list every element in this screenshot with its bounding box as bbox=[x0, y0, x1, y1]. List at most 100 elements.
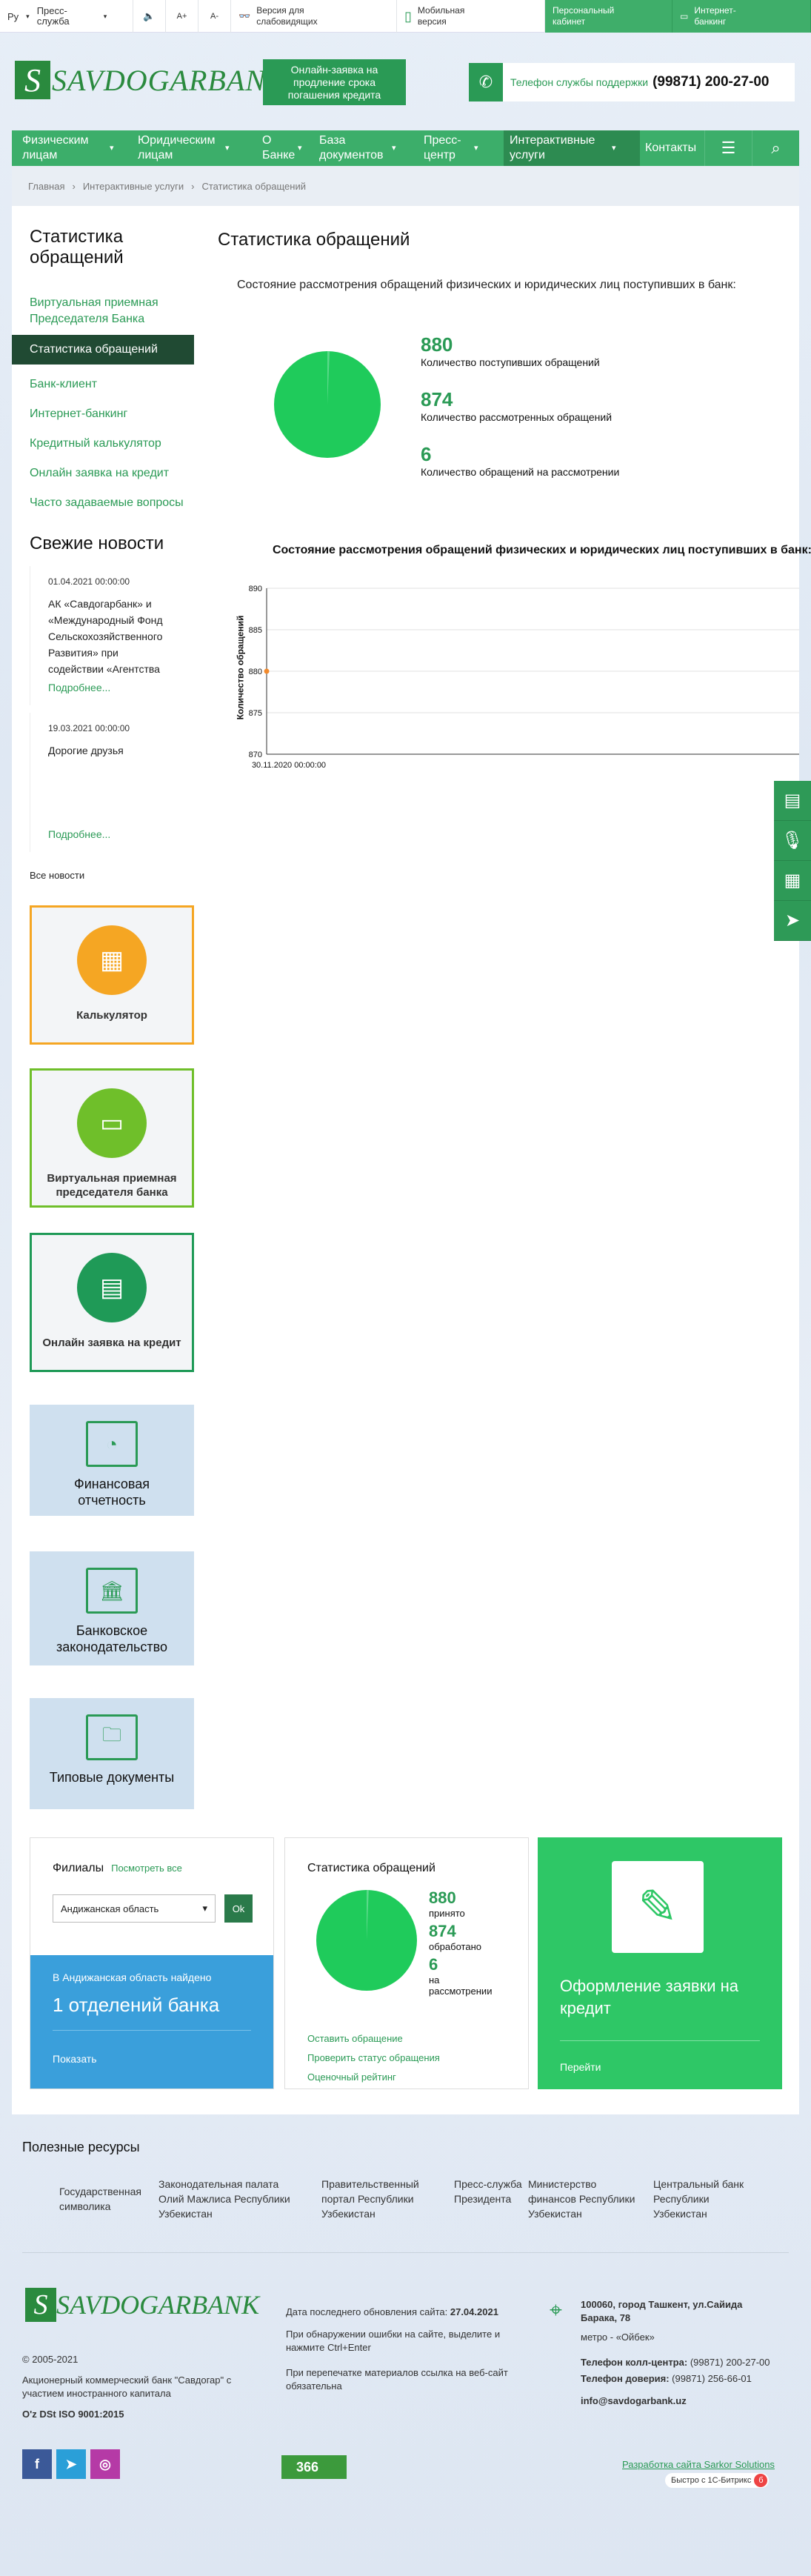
leave-appeal-link[interactable]: Оставить обращение bbox=[307, 2029, 440, 2049]
calculator-widget[interactable]: ▦ Калькулятор bbox=[30, 905, 194, 1045]
credit-application-card[interactable]: ✎ Оформление заявки на кредит Перейти bbox=[538, 1837, 782, 2089]
useful-link-gov-portal[interactable]: Правительственный портал Республики Узбе… bbox=[321, 2177, 433, 2221]
chevron-right-icon: › bbox=[191, 180, 195, 192]
check-status-link[interactable]: Проверить статус обращения bbox=[307, 2049, 440, 2068]
region-select[interactable]: Андижанская область ▾ bbox=[53, 1894, 216, 1923]
lang-select[interactable]: Ру bbox=[7, 11, 19, 22]
mobile-version-link[interactable]: ▯ Мобильная версия bbox=[397, 0, 545, 33]
footer-logo-text: SAVDOGARBANK bbox=[56, 2290, 260, 2320]
cabinet-button[interactable]: Персональный кабинет bbox=[545, 0, 673, 33]
useful-link-minfin[interactable]: Министерство финансов Республики Узбекис… bbox=[528, 2177, 647, 2221]
bitrix-label: Быстро с 1С-Битрикс bbox=[671, 2476, 752, 2485]
lang-press-group: Ру ▾ Пресс-служба ▾ bbox=[0, 0, 133, 33]
sidebar-item-virtual[interactable]: Виртуальная приемная Председателя Банка bbox=[30, 295, 193, 327]
presentation-chart-icon: ◔ bbox=[86, 1421, 138, 1467]
updated-label: Дата последнего обновления сайта: bbox=[286, 2306, 448, 2317]
footer-divider bbox=[22, 2252, 789, 2253]
call-center: Телефон колл-центра: (99871) 200-27-00 bbox=[581, 2356, 770, 2369]
nav-docs[interactable]: База документов ▾ bbox=[319, 130, 415, 166]
nav-press[interactable]: Пресс-центр ▾ bbox=[424, 130, 498, 166]
font-plus-button[interactable]: A+ bbox=[166, 0, 198, 33]
news-more-link[interactable]: Подробнее... bbox=[48, 682, 194, 693]
news-item[interactable]: 01.04.2021 00:00:00 АК «Савдогарбанк» и … bbox=[30, 566, 194, 705]
sidebar-item-calculator[interactable]: Кредитный калькулятор bbox=[30, 437, 161, 450]
sidebar-item-ibank[interactable]: Интернет-банкинг bbox=[30, 407, 127, 421]
ibank-button[interactable]: ▭ Интернет-банкинг bbox=[673, 0, 811, 33]
visit-counter[interactable]: 366 bbox=[281, 2455, 347, 2479]
nav-interactive[interactable]: Интерактивные услуги ▾ bbox=[504, 130, 640, 166]
updated-line: Дата последнего обновления сайта: 27.04.… bbox=[286, 2306, 498, 2319]
trust-phone: Телефон доверия: (99871) 256-66-01 bbox=[581, 2372, 752, 2386]
line-chart: 870 875 880 885 890 30.11.2020 00:00:00 bbox=[249, 585, 799, 770]
chart-ytick-label: 885 bbox=[249, 626, 262, 635]
news-text: АК «Савдогарбанк» и «Международный Фонд … bbox=[48, 598, 163, 675]
news-more-link[interactable]: Подробнее... bbox=[48, 828, 194, 840]
phone-icon: ▯ bbox=[404, 8, 412, 24]
region-ok-button[interactable]: Ok bbox=[224, 1894, 253, 1923]
sidebar-item-faq[interactable]: Часто задаваемые вопросы bbox=[30, 496, 184, 510]
nav-contacts[interactable]: Контакты bbox=[645, 130, 704, 166]
facebook-icon[interactable]: f bbox=[22, 2449, 52, 2479]
news-item[interactable]: 19.03.2021 00:00:00 Дорогие друзья Подро… bbox=[30, 713, 194, 852]
all-news-link[interactable]: Все новости bbox=[30, 870, 84, 881]
send-icon[interactable]: ➤ bbox=[774, 901, 811, 941]
stat-label: на рассмотрении bbox=[429, 1974, 493, 1997]
bitrix-icon: б bbox=[754, 2474, 768, 2487]
instagram-icon[interactable]: ◎ bbox=[90, 2449, 120, 2479]
credit-card-go-button[interactable]: Перейти bbox=[560, 2061, 601, 2073]
virtual-reception-widget[interactable]: ▭ Виртуальная приемная председателя банк… bbox=[30, 1068, 194, 1208]
chevron-down-icon: ▾ bbox=[225, 144, 230, 153]
clipboard-icon[interactable]: ▤ bbox=[774, 781, 811, 821]
credit-card-title: Оформление заявки на кредит bbox=[560, 1977, 739, 2017]
useful-link-symbols[interactable]: Государственная символика bbox=[59, 2184, 156, 2214]
sidebar-item-bankclient[interactable]: Банк-клиент bbox=[30, 378, 97, 391]
branches-show-all-link[interactable]: Посмотреть все bbox=[111, 1863, 182, 1874]
font-minus-button[interactable]: A- bbox=[198, 0, 231, 33]
search-icon[interactable]: ⌕ bbox=[752, 130, 799, 166]
online-extension-button[interactable]: Онлайн-заявка на продление срока погашен… bbox=[263, 59, 406, 105]
useful-link-parliament[interactable]: Законодательная палата Олий Мажлиса Респ… bbox=[158, 2177, 304, 2221]
email-link[interactable]: info@savdogarbank.uz bbox=[581, 2394, 687, 2408]
support-phone[interactable]: (99871) 200-27-00 bbox=[653, 74, 769, 90]
chart-ylabel-wrap: Количество обращений bbox=[233, 605, 247, 730]
nav-about[interactable]: О Банке ▾ bbox=[262, 130, 307, 166]
chart-ytick-label: 890 bbox=[249, 585, 262, 593]
financial-reports-link[interactable]: ◔ Финансовая отчетность bbox=[30, 1405, 194, 1516]
sidebar-item-statistics[interactable]: Статистика обращений bbox=[12, 335, 194, 365]
microphone-icon[interactable]: 🎙 bbox=[774, 821, 811, 861]
breadcrumb-home[interactable]: Главная bbox=[28, 181, 64, 192]
bank-legislation-link[interactable]: 🏛 Банковское законодательство bbox=[30, 1551, 194, 1665]
standard-documents-link[interactable]: 🗀 Типовые документы bbox=[30, 1698, 194, 1809]
stat-label: Количество обращений на рассмотрении bbox=[421, 466, 620, 478]
rating-link[interactable]: Оценочный рейтинг bbox=[307, 2068, 440, 2087]
telegram-icon[interactable]: ➤ bbox=[56, 2449, 86, 2479]
impaired-version-link[interactable]: 👓 Версия для слабовидящих bbox=[231, 0, 397, 33]
iso-cert: O'z DSt ISO 9001:2015 bbox=[22, 2409, 124, 2420]
calculator-icon[interactable]: ▦ bbox=[774, 861, 811, 901]
location-pin-icon: ⌖ bbox=[550, 2298, 562, 2323]
footer-logo[interactable]: S SAVDOGARBANK bbox=[25, 2288, 259, 2322]
trust-phone-number[interactable]: (99871) 256-66-01 bbox=[672, 2373, 752, 2384]
metro: метро - «Ойбек» bbox=[581, 2332, 655, 2343]
useful-link-president[interactable]: Пресс-служба Президента bbox=[454, 2177, 522, 2206]
call-phone[interactable]: (99871) 200-27-00 bbox=[690, 2357, 770, 2368]
stat-value: 874 bbox=[429, 1922, 456, 1940]
laptop-icon: ▭ bbox=[77, 1088, 147, 1158]
logo[interactable]: S SAVDOGARBANK bbox=[15, 61, 287, 99]
nav-legal[interactable]: Юридическим лицам ▾ bbox=[138, 130, 241, 166]
branches-show-button[interactable]: Показать bbox=[53, 2053, 273, 2065]
press-link[interactable]: Пресс-служба bbox=[37, 6, 96, 27]
breadcrumb-interactive[interactable]: Интерактивные услуги bbox=[83, 181, 184, 192]
chart-title-text: Состояние рассмотрения обращений физичес… bbox=[273, 544, 811, 556]
bitrix-badge[interactable]: Быстро с 1С-Битрикс б bbox=[665, 2473, 770, 2488]
sidebar-item-online-credit[interactable]: Онлайн заявка на кредит bbox=[30, 467, 169, 480]
developer-link[interactable]: Разработка сайта Sarkor Solutions bbox=[622, 2458, 775, 2472]
branches-found-text: В Андижанская область найдено bbox=[53, 1971, 212, 1983]
useful-link-cbu[interactable]: Центральный банк Республики Узбекистан bbox=[653, 2177, 764, 2221]
menu-icon[interactable]: ☰ bbox=[704, 130, 752, 166]
news-title: Свежие новости bbox=[30, 533, 164, 553]
online-credit-widget[interactable]: ▤ Онлайн заявка на кредит bbox=[30, 1233, 194, 1372]
nav-individuals[interactable]: Физическим лицам ▾ bbox=[22, 130, 126, 166]
calculator-label: Калькулятор bbox=[76, 1009, 147, 1022]
sound-icon[interactable]: 🔈 bbox=[133, 0, 166, 33]
